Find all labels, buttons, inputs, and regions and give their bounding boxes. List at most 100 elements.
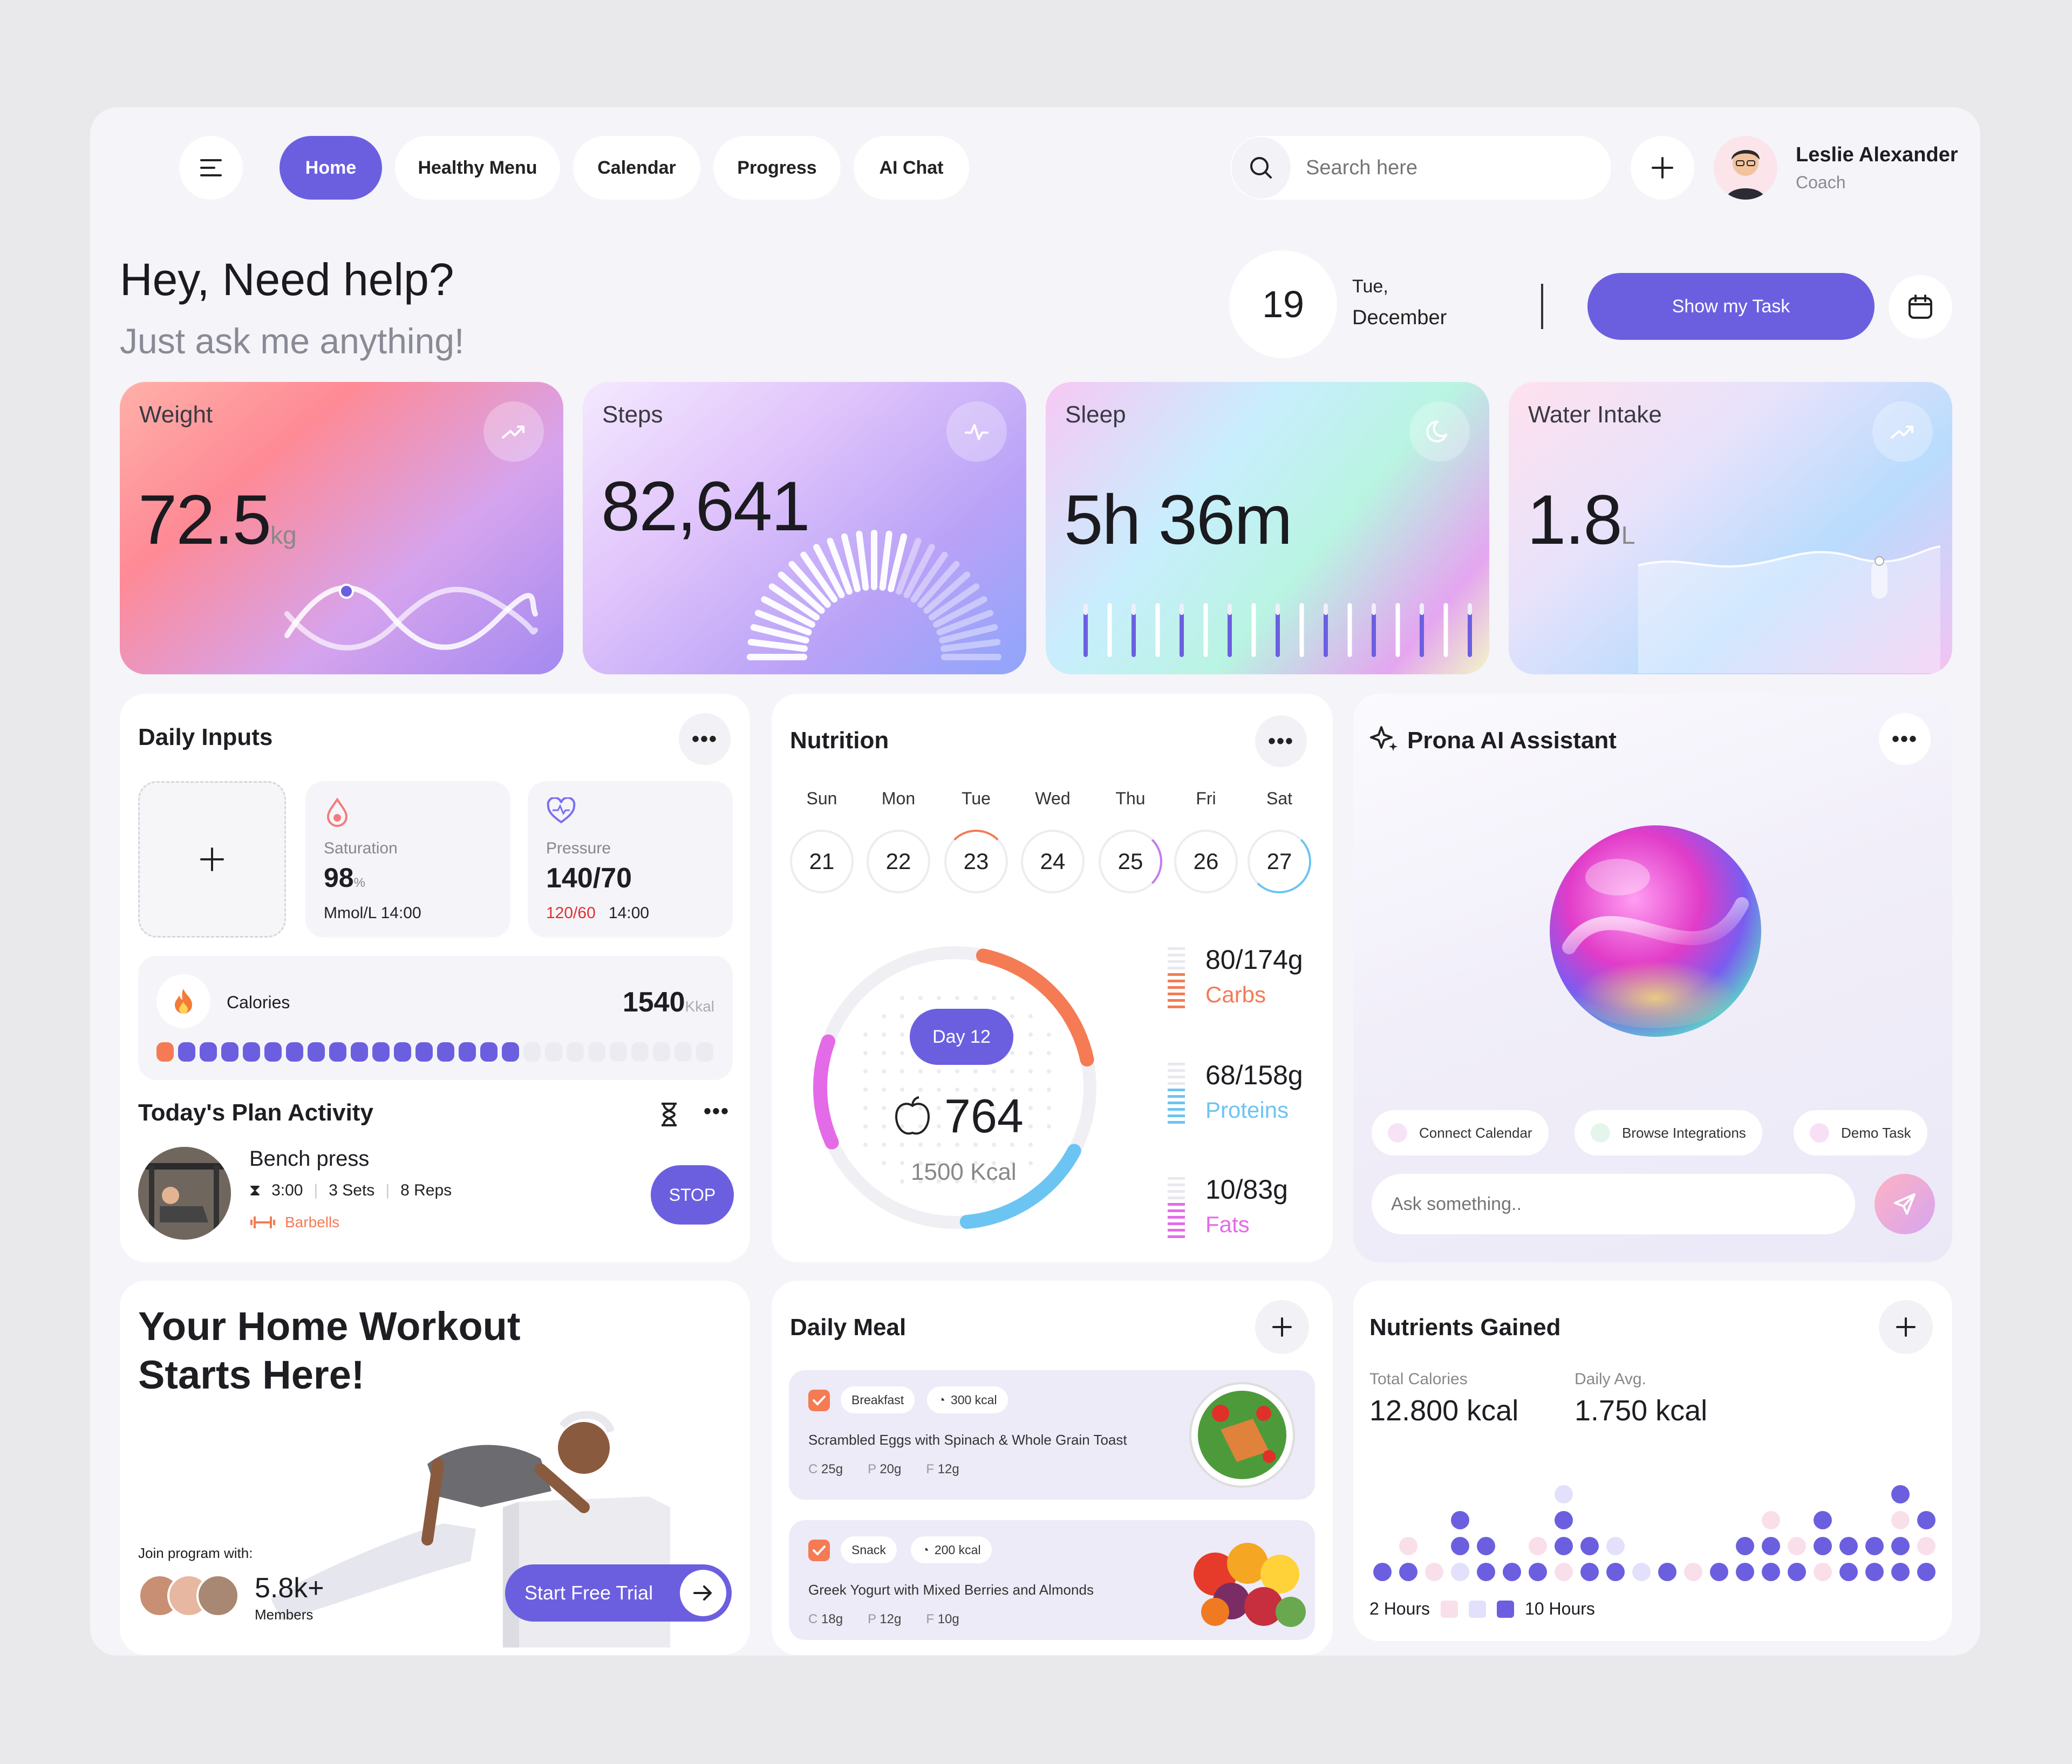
steps-title: Steps: [602, 401, 663, 428]
greeting-subtitle: Just ask me anything!: [120, 321, 465, 361]
avatar[interactable]: [1714, 136, 1777, 200]
nutrient-dot: [1762, 1537, 1780, 1555]
ring-dot: [900, 1051, 904, 1055]
fruit-image: [1194, 1543, 1306, 1627]
nutrient-dot: [1814, 1511, 1832, 1529]
more-button[interactable]: •••: [679, 713, 731, 765]
legend-swatch: [1497, 1600, 1515, 1618]
day-button[interactable]: 23: [944, 830, 1008, 893]
fats-value: 10/83g: [1205, 1174, 1288, 1205]
nav-calendar[interactable]: Calendar: [573, 136, 700, 200]
meal-item[interactable]: Snack ◔ 200 kcal Greek Yogurt with Mixed …: [789, 1520, 1315, 1640]
calorie-dot: [696, 1042, 713, 1062]
add-meal-button[interactable]: [1255, 1300, 1309, 1354]
checkbox-checked-icon[interactable]: [808, 1390, 830, 1411]
dot-legend: 2 Hours 10 Hours: [1369, 1599, 1595, 1619]
hourglass-icon[interactable]: [659, 1102, 679, 1127]
nutrients-title: Nutrients Gained: [1369, 1314, 1561, 1341]
day-button[interactable]: 27: [1248, 830, 1311, 893]
sleep-bars: [1083, 603, 1472, 657]
connect-calendar-chip[interactable]: Connect Calendar: [1372, 1110, 1549, 1156]
calorie-dot: [437, 1042, 454, 1062]
legend-swatch: [1469, 1600, 1487, 1618]
day-name: Mon: [881, 789, 916, 808]
pressure-tile[interactable]: Pressure 140/70 120/60 14:00: [528, 781, 733, 938]
ring-dot: [882, 1069, 886, 1074]
sleep-bar-cap: [1132, 603, 1136, 615]
checkbox-checked-icon[interactable]: [808, 1540, 830, 1561]
plan-more-button[interactable]: •••: [704, 1099, 730, 1124]
day-button[interactable]: 22: [867, 830, 930, 893]
nutrient-dot: [1814, 1537, 1832, 1555]
macro-bar-segment: [1168, 1203, 1185, 1206]
send-button[interactable]: [1875, 1174, 1935, 1234]
exercise-details: ⧗ 3:00 | 3 Sets | 8 Reps: [249, 1181, 452, 1199]
start-trial-button[interactable]: Start Free Trial: [505, 1564, 732, 1622]
calorie-dot: [459, 1042, 476, 1062]
members-label: Members: [255, 1606, 313, 1623]
more-button[interactable]: •••: [1255, 715, 1307, 767]
calorie-dot: [653, 1042, 670, 1062]
sleep-card[interactable]: Sleep 5h 36m: [1046, 382, 1489, 674]
weight-card[interactable]: Weight 72.5kg: [120, 382, 563, 674]
date-month: December: [1352, 306, 1447, 329]
saturation-value: 98%: [324, 863, 365, 893]
day-button[interactable]: 24: [1021, 830, 1085, 893]
ring-dot: [900, 1014, 904, 1018]
add-nutrient-button[interactable]: [1879, 1300, 1933, 1354]
saturation-tile[interactable]: Saturation 98% Mmol/L 14:00: [305, 781, 510, 938]
water-card[interactable]: Water Intake 1.8L: [1509, 382, 1952, 674]
ring-dot: [1010, 1014, 1014, 1018]
browse-integrations-chip[interactable]: Browse Integrations: [1575, 1110, 1762, 1156]
more-button[interactable]: •••: [1879, 713, 1931, 765]
nav-ai-chat[interactable]: AI Chat: [854, 136, 969, 200]
gauge-tick: [940, 639, 1001, 652]
nutrient-dot: [1865, 1537, 1884, 1555]
ring-dot: [863, 1143, 868, 1147]
macro-bar-segment: [1168, 1006, 1185, 1008]
macro-bar-segment: [1168, 986, 1185, 989]
nutrition-title: Nutrition: [790, 727, 889, 754]
nutrient-dot: [1477, 1563, 1495, 1581]
demo-task-chip[interactable]: Demo Task: [1794, 1110, 1927, 1156]
day-button[interactable]: 25: [1099, 830, 1162, 893]
day-name: Sat: [1266, 789, 1293, 808]
heartbeat-icon: [946, 401, 1007, 462]
ring-dot: [1028, 1014, 1033, 1018]
meal-item[interactable]: Breakfast ◔ 300 kcal Scrambled Eggs with …: [789, 1370, 1315, 1500]
show-task-button[interactable]: Show my Task: [1587, 273, 1875, 340]
exercise-equipment: Barbells: [249, 1214, 339, 1231]
trend-up-icon: [483, 401, 544, 462]
sleep-bar-cap: [1107, 603, 1112, 615]
ring-dot: [882, 1051, 886, 1055]
search-input[interactable]: [1306, 152, 1586, 183]
nav-home[interactable]: Home: [280, 136, 382, 200]
ring-dot: [1047, 1088, 1051, 1092]
pressure-value: 140/70: [546, 863, 632, 894]
plus-icon: [1652, 157, 1673, 179]
day-name: Tue: [962, 789, 991, 808]
ring-dot: [882, 1143, 886, 1147]
nav-healthy-menu[interactable]: Healthy Menu: [395, 136, 560, 200]
plan-title: Today's Plan Activity: [138, 1099, 373, 1126]
calorie-dot: [329, 1042, 346, 1062]
nav-progress[interactable]: Progress: [713, 136, 841, 200]
ring-dot: [973, 1069, 978, 1074]
calendar-button[interactable]: [1889, 275, 1952, 339]
stop-button[interactable]: STOP: [651, 1165, 734, 1225]
day-button[interactable]: 21: [790, 830, 854, 893]
menu-button[interactable]: [179, 136, 243, 200]
nutrient-dot: [1606, 1537, 1625, 1555]
steps-card[interactable]: Steps 82,641: [583, 382, 1026, 674]
add-input-button[interactable]: [138, 781, 286, 938]
calories-tile[interactable]: Calories 1540Kkal: [138, 956, 733, 1080]
macro-bar-segment: [1168, 1076, 1185, 1078]
ai-input[interactable]: [1372, 1174, 1855, 1234]
meal-kcal: ◔ 300 kcal: [927, 1386, 1008, 1413]
add-button[interactable]: [1631, 136, 1694, 200]
day-button[interactable]: 26: [1174, 830, 1238, 893]
search-bar[interactable]: [1230, 136, 1611, 200]
sleep-bar-cap: [1155, 603, 1160, 615]
meal-kcal: ◔ 200 kcal: [911, 1536, 992, 1563]
sleep-bar-cap: [1228, 603, 1232, 615]
